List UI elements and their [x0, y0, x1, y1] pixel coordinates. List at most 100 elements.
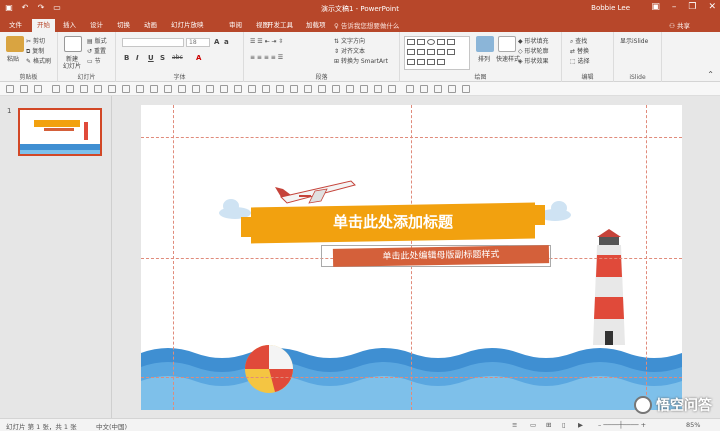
shapes-gallery[interactable] — [404, 36, 470, 70]
toolbar-icon[interactable] — [388, 85, 396, 93]
layout-button[interactable]: ▤ 版式 — [87, 36, 107, 45]
paste-icon[interactable] — [6, 36, 24, 52]
replace-button[interactable]: ⇄ 替换 — [570, 46, 589, 55]
toolbar-icon[interactable] — [66, 85, 74, 93]
font-name-combo[interactable] — [122, 38, 184, 47]
shape-outline-button[interactable]: ◇ 形状轮廓 — [518, 46, 549, 55]
paste-label[interactable]: 粘贴 — [7, 54, 19, 63]
reset-button[interactable]: ↺ 重置 — [87, 46, 106, 55]
shape-effects-button[interactable]: ◈ 形状效果 — [518, 56, 549, 65]
find-button[interactable]: ⌕ 查找 — [570, 36, 587, 46]
redo-icon[interactable] — [34, 85, 42, 93]
toolbar-icon[interactable] — [406, 85, 414, 93]
shape-bracket-icon[interactable] — [437, 59, 445, 65]
select-button[interactable]: ⬚ 选择 — [570, 56, 590, 65]
toolbar-icon[interactable] — [318, 85, 326, 93]
shape-oval-icon[interactable] — [427, 39, 435, 45]
grow-font-icon[interactable]: A — [214, 38, 219, 46]
tab-slideshow[interactable]: 幻灯片放映 — [166, 19, 209, 32]
tab-animations[interactable]: 动画 — [139, 19, 162, 32]
toolbar-icon[interactable] — [420, 85, 428, 93]
notes-icon[interactable]: ≡ — [512, 421, 517, 429]
quick-styles-icon[interactable] — [498, 36, 516, 52]
slide-subtitle[interactable]: 单击此处编辑母版副标题样式 — [332, 245, 550, 267]
tell-me-search[interactable]: ♀ 告诉我您想要做什么 — [334, 20, 399, 30]
shape-brace-icon[interactable] — [437, 49, 445, 55]
minimize-icon[interactable]: – — [672, 2, 677, 12]
tab-design[interactable]: 设计 — [85, 19, 108, 32]
tab-file[interactable]: 文件 — [4, 19, 27, 32]
slide-title[interactable]: 单击此处添加标题 — [251, 211, 535, 232]
tab-transitions[interactable]: 切换 — [112, 19, 135, 32]
toolbar-icon[interactable] — [136, 85, 144, 93]
shrink-font-icon[interactable]: a — [224, 38, 229, 46]
text-direction-button[interactable]: ⇅ 文字方向 — [334, 36, 365, 45]
align-text-button[interactable]: ⇕ 对齐文本 — [334, 46, 365, 55]
toolbar-icon[interactable] — [52, 85, 60, 93]
tab-developer[interactable]: 开发工具 — [262, 19, 298, 32]
toolbar-icon[interactable] — [220, 85, 228, 93]
toolbar-icon[interactable] — [248, 85, 256, 93]
format-painter-button[interactable]: ✎ 格式刷 — [26, 56, 51, 65]
toolbar-icon[interactable] — [80, 85, 88, 93]
toolbar-icon[interactable] — [178, 85, 186, 93]
show-islide-button[interactable]: 显示iSlide — [620, 36, 648, 45]
toolbar-icon[interactable] — [276, 85, 284, 93]
copy-button[interactable]: ⧉ 复制 — [26, 46, 44, 56]
arrange-icon[interactable] — [476, 36, 494, 52]
toolbar-icon[interactable] — [346, 85, 354, 93]
tab-review[interactable]: 审阅 — [224, 19, 247, 32]
toolbar-icon[interactable] — [6, 85, 14, 93]
new-slide-icon[interactable] — [64, 36, 82, 52]
share-button[interactable]: ⚇ 共享 — [669, 20, 690, 30]
quick-styles-label[interactable]: 快速样式 — [496, 54, 520, 63]
shape-line-icon[interactable] — [437, 39, 445, 45]
toolbar-icon[interactable] — [462, 85, 470, 93]
section-button[interactable]: ▭ 节 — [87, 56, 101, 65]
close-icon[interactable]: ✕ — [708, 2, 716, 12]
font-color-icon[interactable]: A — [196, 54, 201, 62]
bullets-icon[interactable]: ☰ ☰ ⇤ ⇥ ⇳ — [250, 38, 283, 45]
slide-canvas[interactable]: 单击此处添加标题 单击此处编辑母版副标题样式 — [141, 105, 682, 410]
strikethrough-button[interactable]: abc — [172, 54, 183, 61]
shape-arrow-icon[interactable] — [447, 39, 455, 45]
toolbar-icon[interactable] — [94, 85, 102, 93]
shadow-button[interactable]: S — [160, 54, 165, 62]
cut-button[interactable]: ✂ 剪切 — [26, 36, 45, 45]
slideshow-view-icon[interactable]: ▶ — [578, 421, 583, 429]
arrange-label[interactable]: 排列 — [478, 54, 490, 63]
star-icon[interactable] — [448, 85, 456, 93]
toolbar-icon[interactable] — [164, 85, 172, 93]
underline-button[interactable]: U — [148, 54, 154, 62]
shape-star-icon[interactable] — [447, 49, 455, 55]
undo-icon[interactable] — [20, 85, 28, 93]
toolbar-icon[interactable] — [304, 85, 312, 93]
align-icons[interactable]: ≡ ≡ ≡ ≡ ☰ — [250, 54, 283, 61]
reading-view-icon[interactable]: ▯ — [562, 421, 566, 429]
shape-rect-icon[interactable] — [417, 39, 425, 45]
tab-addins[interactable]: 加载项 — [301, 19, 331, 32]
toolbar-icon[interactable] — [434, 85, 442, 93]
shape-curve-icon[interactable] — [417, 59, 425, 65]
tab-insert[interactable]: 插入 — [58, 19, 81, 32]
shape-arrow-icon[interactable] — [427, 49, 435, 55]
ribbon-options-icon[interactable]: ▣ — [651, 2, 660, 12]
shape-curve-icon[interactable] — [407, 59, 415, 65]
toolbar-icon[interactable] — [150, 85, 158, 93]
collapse-ribbon-icon[interactable]: ⌃ — [707, 70, 714, 79]
shape-rect-icon[interactable] — [417, 49, 425, 55]
normal-view-icon[interactable]: ▭ — [530, 421, 536, 429]
shape-bracket-icon[interactable] — [427, 59, 435, 65]
shape-triangle-icon[interactable] — [407, 49, 415, 55]
shape-rect-icon[interactable] — [407, 39, 415, 45]
toolbar-icon[interactable] — [192, 85, 200, 93]
font-size-combo[interactable]: 18 — [186, 38, 210, 47]
toolbar-icon[interactable] — [332, 85, 340, 93]
italic-button[interactable]: I — [136, 54, 139, 62]
toolbar-icon[interactable] — [262, 85, 270, 93]
toolbar-icon[interactable] — [108, 85, 116, 93]
zoom-level[interactable]: 85% — [686, 421, 700, 429]
toolbar-icon[interactable] — [374, 85, 382, 93]
zoom-slider[interactable]: – ────┼──── + — [598, 421, 646, 429]
tab-home[interactable]: 开始 — [32, 19, 55, 32]
